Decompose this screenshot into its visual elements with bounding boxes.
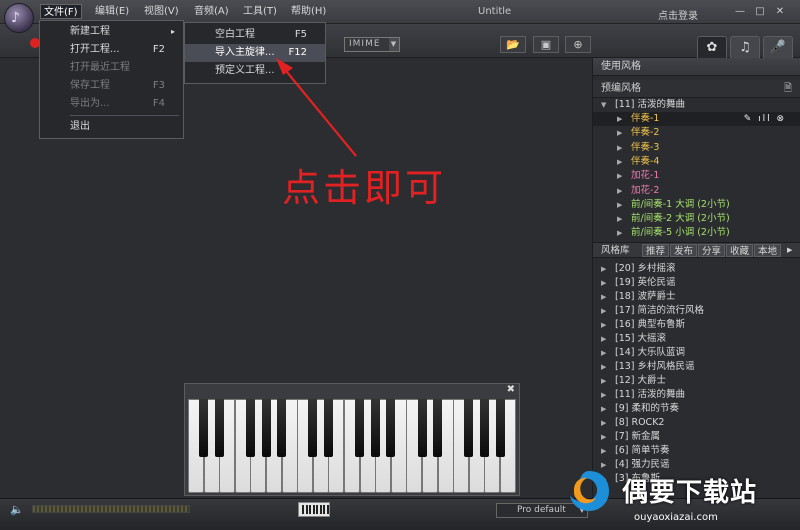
watermark-url: ouyaoxiazai.com (634, 512, 718, 523)
annotation-arrow (276, 58, 357, 157)
annotation-text: 点击即可 (282, 166, 447, 210)
watermark-logo (570, 471, 609, 511)
watermark-text: 偶要下载站 (622, 478, 758, 508)
